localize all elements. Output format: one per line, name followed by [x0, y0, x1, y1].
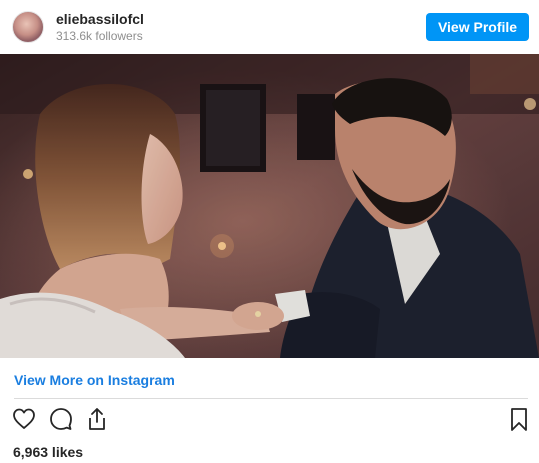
view-profile-button[interactable]: View Profile [426, 13, 529, 41]
post-header: eliebassilofcl 313.6k followers View Pro… [0, 0, 539, 54]
action-bar [0, 406, 539, 434]
bookmark-icon[interactable] [507, 406, 531, 432]
heart-icon[interactable] [12, 406, 36, 432]
share-icon[interactable] [85, 406, 109, 432]
username[interactable]: eliebassilofcl [56, 11, 144, 27]
like-count: 6,963 likes [13, 444, 84, 460]
divider [14, 398, 528, 399]
comment-icon[interactable] [49, 406, 73, 432]
post-photo[interactable] [0, 54, 539, 358]
profile-avatar[interactable] [12, 11, 44, 43]
view-more-link[interactable]: View More on Instagram [14, 372, 175, 388]
follower-count: 313.6k followers [56, 29, 143, 43]
instagram-embed: eliebassilofcl 313.6k followers View Pro… [0, 0, 539, 463]
